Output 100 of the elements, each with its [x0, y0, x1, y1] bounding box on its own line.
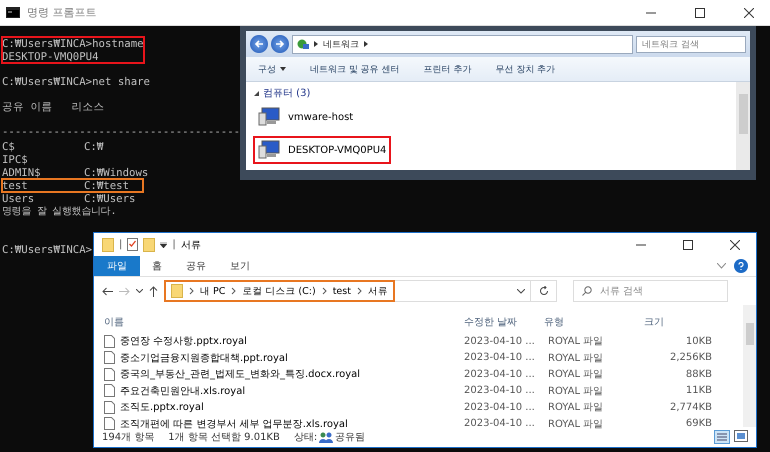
- back-arrow-icon[interactable]: [102, 286, 113, 296]
- thumbnail-view-icon[interactable]: [734, 430, 748, 442]
- expand-ribbon-icon[interactable]: [717, 263, 726, 269]
- document-icon: [104, 351, 115, 364]
- document-icon: [104, 368, 115, 381]
- toolbar-button[interactable]: 무선 장치 추가: [495, 62, 556, 76]
- dropdown-caret-icon[interactable]: [517, 288, 525, 294]
- console-output: -------------------------------------: [2, 125, 240, 138]
- file-name[interactable]: 주요건축민원안내.xls.royal: [104, 384, 464, 398]
- size-cell-text: 11KB: [684, 385, 712, 396]
- file-name[interactable]: 조직도.pptx.royal: [104, 400, 464, 414]
- separator: |: [172, 239, 176, 250]
- maximize-icon[interactable]: [695, 8, 705, 18]
- document-icon: [104, 400, 115, 414]
- type-cell-text: ROYAL 파일: [547, 384, 604, 398]
- size-cell-text: 88KB: [684, 368, 712, 380]
- share-row: ADMIN$ C:₩Windows: [2, 166, 148, 179]
- forward-button[interactable]: [271, 35, 289, 53]
- chevron-icon: [314, 41, 318, 47]
- size-cell-text: 2,774KB: [668, 402, 712, 413]
- caret-icon: [280, 67, 286, 71]
- window-title: 서류: [180, 238, 201, 252]
- size-cell-text: 69KB: [684, 418, 712, 430]
- search-icon: [582, 286, 592, 296]
- share-row: test C:₩test: [2, 179, 143, 192]
- type-cell-text: ROYAL 파일: [547, 418, 604, 431]
- file-name[interactable]: 중국의_부동산_관련_법제도_변화와_특징.docx.royal: [104, 367, 464, 382]
- column-header[interactable]: 유형: [544, 315, 644, 329]
- item-count: 194개 항목: [102, 431, 154, 444]
- folder-icon: [102, 238, 114, 252]
- scrollbar[interactable]: [736, 82, 750, 170]
- group-header: 컴퓨터 (3): [263, 87, 310, 100]
- close-icon[interactable]: [744, 8, 754, 18]
- search-field[interactable]: 서류 검색: [573, 280, 728, 302]
- folder-icon: [171, 284, 183, 298]
- computer-item[interactable]: vmware-host: [254, 104, 358, 130]
- collapse-icon[interactable]: [254, 90, 259, 96]
- date-cell-text: 2023-04-10 ...: [464, 352, 536, 364]
- back-button[interactable]: [250, 35, 268, 53]
- details-view-icon[interactable]: [714, 430, 730, 444]
- computer-icon: [258, 140, 280, 160]
- console-prompt: C:₩Users₩INCA>: [2, 243, 92, 256]
- toolbar-button[interactable]: 구성: [258, 62, 286, 76]
- state-label: 상태:: [294, 431, 318, 444]
- date-cell-text: 2023-04-10 ...: [464, 368, 536, 380]
- file-name[interactable]: 중연장 수정사항.pptx.royal: [104, 334, 464, 348]
- ribbon-tab[interactable]: 공유: [174, 256, 218, 276]
- ribbon-tab[interactable]: 보기: [218, 256, 262, 276]
- maximize-icon[interactable]: [683, 240, 693, 250]
- up-arrow-icon[interactable]: [149, 286, 158, 296]
- computer-icon: [258, 107, 280, 127]
- console-icon: [6, 7, 20, 18]
- search-field[interactable]: 네트워크 검색: [636, 36, 746, 52]
- type-cell-text: ROYAL 파일: [547, 352, 604, 365]
- caret-icon[interactable]: [160, 242, 168, 248]
- share-row: C$ C:₩: [2, 140, 104, 153]
- console-message: 명령을 잘 실행했습니다.: [2, 205, 116, 218]
- toolbar-button[interactable]: 프린터 추가: [424, 62, 472, 76]
- size-cell-text: 10KB: [684, 336, 712, 347]
- chevron-icon: [356, 287, 362, 295]
- column-header[interactable]: 수정한 날짜: [464, 315, 544, 329]
- close-icon[interactable]: [730, 240, 740, 250]
- console-output: 공유 이름 리소스: [2, 100, 105, 113]
- scrollbar[interactable]: [743, 305, 756, 427]
- ribbon-tab[interactable]: 파일: [94, 256, 140, 276]
- console-output: C:₩Users₩INCA>hostname DESKTOP-VMQ0PU4: [2, 37, 144, 63]
- file-name[interactable]: 조직개편에 따른 변경부서 세부 업무분장.xls.royal: [104, 416, 464, 431]
- date-cell-text: 2023-04-10 ...: [464, 336, 536, 347]
- share-state: 공유됨: [335, 431, 366, 444]
- refresh-icon: [538, 286, 548, 296]
- size-cell-text: 2,256KB: [668, 352, 712, 364]
- ribbon-tab[interactable]: 홈: [140, 256, 174, 276]
- share-row-text: IPC$: [2, 153, 29, 166]
- file-name[interactable]: 중소기업금융지원종합대책.ppt.royal: [104, 350, 464, 365]
- toolbar-button[interactable]: 네트워크 및 공유 센터: [310, 62, 400, 76]
- dropdown-caret-icon[interactable]: [136, 289, 143, 293]
- share-row: Users C:₩Users: [2, 192, 136, 205]
- window-title: 명령 프롬프트: [27, 5, 96, 20]
- type-cell-text: ROYAL 파일: [547, 335, 604, 348]
- address-bar[interactable]: 내 PC 로컬 디스크 (C:) test 서류: [164, 280, 395, 302]
- date-cell-text: 2023-04-10 ...: [464, 385, 536, 396]
- help-icon[interactable]: [734, 259, 748, 273]
- document-icon: [104, 384, 115, 398]
- chevron-icon: [231, 287, 236, 295]
- date-cell-text: 2023-04-10 ...: [464, 402, 536, 413]
- back-arrow-icon: [254, 40, 264, 48]
- date-cell-text: 2023-04-10 ...: [464, 418, 536, 430]
- refresh-button[interactable]: [531, 280, 557, 302]
- type-cell-text: ROYAL 파일: [547, 401, 604, 414]
- chevron-icon: [364, 41, 368, 47]
- column-header[interactable]: 크기: [644, 315, 712, 329]
- document-icon: [104, 334, 115, 348]
- column-header[interactable]: 이름: [104, 315, 464, 329]
- users-icon: [319, 432, 334, 442]
- address-bar[interactable]: 네트워크: [292, 34, 633, 54]
- chevron-icon: [322, 287, 327, 295]
- chevron-icon: [189, 287, 194, 295]
- computer-item[interactable]: DESKTOP-VMQ0PU4: [254, 137, 390, 163]
- separator: |: [119, 239, 122, 250]
- forward-arrow-icon: [275, 40, 285, 48]
